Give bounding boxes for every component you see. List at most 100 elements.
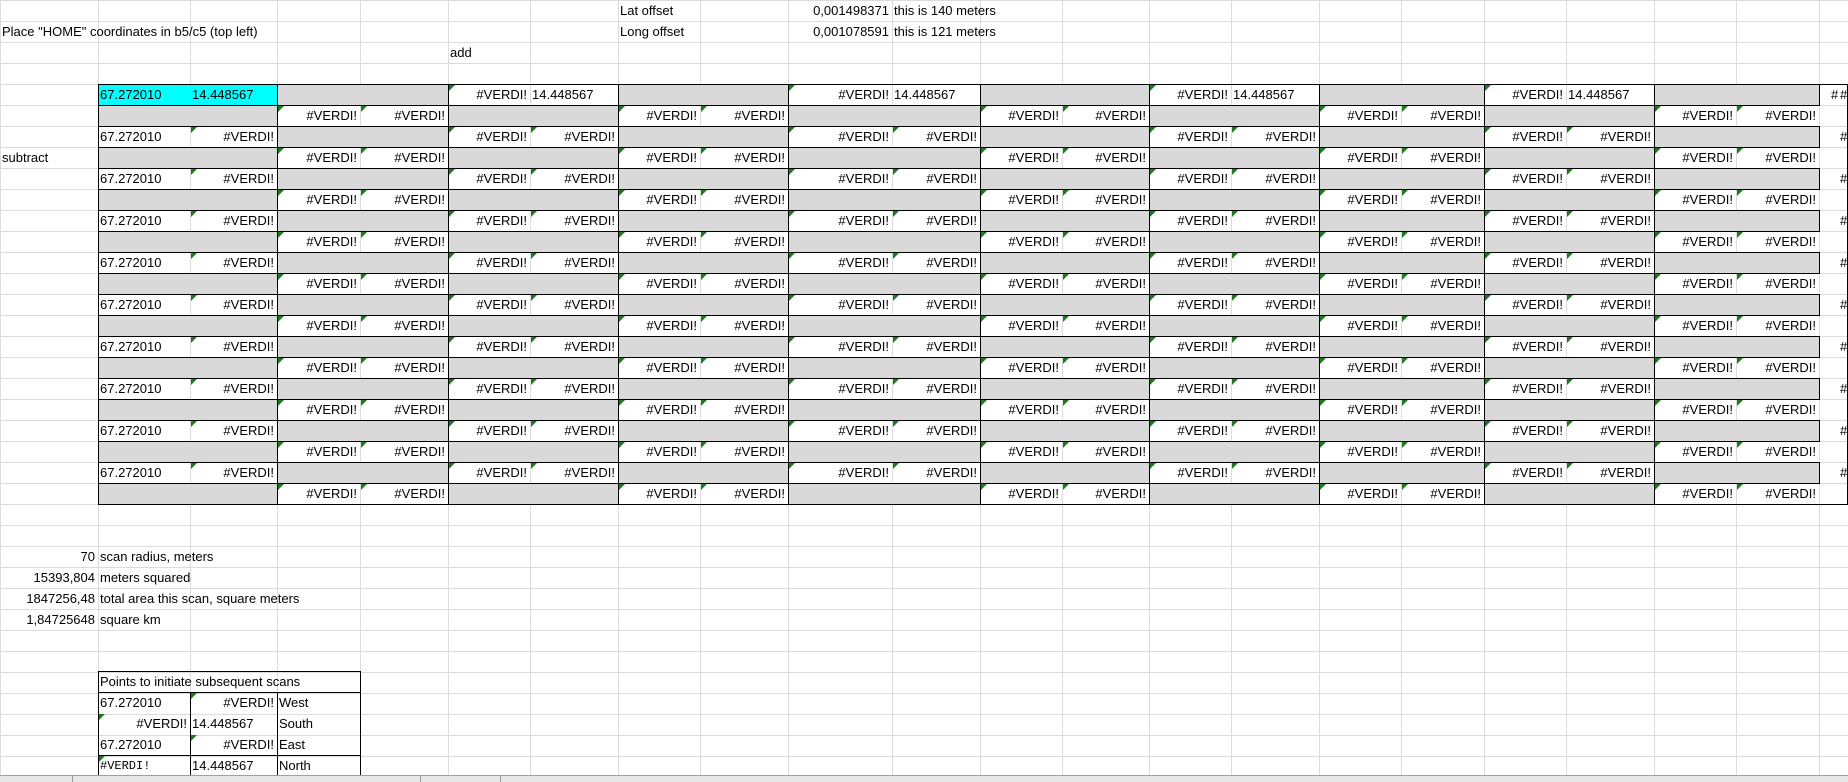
total-area-value[interactable]: 1847256,48 bbox=[0, 588, 98, 609]
home-lat-cell[interactable]: 67.272010 bbox=[98, 84, 190, 105]
error-cell[interactable]: #VERDI! bbox=[1566, 462, 1654, 483]
error-cell[interactable]: #VERDI! bbox=[530, 378, 618, 399]
error-cell[interactable]: #VERDI! bbox=[1736, 399, 1819, 420]
long-cell[interactable]: 14.448567 bbox=[892, 84, 980, 105]
error-cell[interactable]: #VERDI! bbox=[277, 273, 360, 294]
error-cell[interactable]: #VERDI! bbox=[892, 420, 980, 441]
error-cell[interactable]: #VERDI! bbox=[700, 315, 788, 336]
error-cell[interactable]: #VERDI! bbox=[1149, 378, 1231, 399]
error-cell[interactable]: #VERDI! bbox=[618, 273, 700, 294]
error-cell[interactable]: #VERDI! bbox=[530, 210, 618, 231]
error-cell[interactable]: #VERDI! bbox=[1149, 168, 1231, 189]
error-cell[interactable]: #VERDI! bbox=[1401, 147, 1484, 168]
spreadsheet-grid[interactable]: 67.272010 14.448567 #VERDI! #VERDI! 67.27201… bbox=[0, 0, 1848, 781]
error-cell[interactable]: #VERDI! bbox=[1484, 252, 1566, 273]
error-cell[interactable]: #VERDI! bbox=[190, 168, 277, 189]
error-cell[interactable]: #VERDI! bbox=[530, 252, 618, 273]
error-cell[interactable]: #VERDI! bbox=[190, 126, 277, 147]
error-cell[interactable]: #VERDI! bbox=[892, 378, 980, 399]
error-cell[interactable]: #VERDI! bbox=[360, 189, 448, 210]
lat-cell[interactable]: 67.272010 bbox=[98, 462, 190, 483]
lat-cell[interactable]: 67.272010 bbox=[98, 420, 190, 441]
error-cell[interactable]: #VERDI! bbox=[1736, 441, 1819, 462]
error-cell[interactable]: #VERDI! bbox=[1654, 483, 1736, 504]
lat-cell[interactable]: 67.272010 bbox=[98, 126, 190, 147]
error-cell[interactable]: #VERDI! bbox=[1062, 189, 1149, 210]
lat-offset-label[interactable]: Lat offset bbox=[618, 0, 675, 21]
error-cell[interactable]: #VERDI! bbox=[700, 483, 788, 504]
error-cell[interactable]: #VERDI! bbox=[788, 168, 892, 189]
error-cell[interactable]: #VERDI! bbox=[1654, 189, 1736, 210]
error-cell[interactable]: #VERDI! bbox=[448, 462, 530, 483]
error-cell[interactable]: #VERDI! bbox=[788, 294, 892, 315]
error-cell[interactable]: #VERDI! bbox=[1319, 441, 1401, 462]
error-cell[interactable]: #VERDI! bbox=[1654, 399, 1736, 420]
error-cell[interactable]: #VERDI! bbox=[1319, 189, 1401, 210]
error-cell[interactable]: #VERDI! bbox=[1149, 210, 1231, 231]
square-km-label[interactable]: square km bbox=[98, 609, 163, 630]
error-cell[interactable]: #VERDI! bbox=[190, 294, 277, 315]
error-cell[interactable]: #VERDI! bbox=[277, 105, 360, 126]
error-cell[interactable]: #VERDI! bbox=[1401, 273, 1484, 294]
error-cell[interactable]: #VERDI! bbox=[788, 210, 892, 231]
lat-cell[interactable]: 67.272010 bbox=[98, 210, 190, 231]
error-cell[interactable]: #VERDI! bbox=[1566, 168, 1654, 189]
lat-cell[interactable]: 67.272010 bbox=[98, 294, 190, 315]
error-cell[interactable]: #VERDI! bbox=[1654, 441, 1736, 462]
lat-cell[interactable]: 67.272010 bbox=[98, 252, 190, 273]
error-cell[interactable]: #VERDI! bbox=[1401, 105, 1484, 126]
lat-cell[interactable]: 67.272010 bbox=[98, 378, 190, 399]
error-cell[interactable]: #VERDI! bbox=[618, 231, 700, 252]
error-cell[interactable]: #VERDI! bbox=[1566, 378, 1654, 399]
error-cell[interactable]: #VERDI! bbox=[980, 441, 1062, 462]
error-cell[interactable]: #VERDI! bbox=[360, 483, 448, 504]
error-cell[interactable]: #VERDI! bbox=[190, 336, 277, 357]
error-cell[interactable]: #VERDI! bbox=[1062, 357, 1149, 378]
error-cell[interactable]: #VERDI! bbox=[277, 357, 360, 378]
error-cell[interactable]: #VERDI! bbox=[1319, 105, 1401, 126]
error-cell[interactable]: #VERDI! bbox=[1401, 189, 1484, 210]
error-cell[interactable]: #VERDI! bbox=[277, 399, 360, 420]
error-cell[interactable]: #VERDI! bbox=[1484, 462, 1566, 483]
error-cell[interactable]: #VERDI! bbox=[788, 126, 892, 147]
error-cell[interactable]: #VERDI! bbox=[190, 252, 277, 273]
error-cell[interactable]: #VERDI! bbox=[360, 105, 448, 126]
points-cell-b[interactable]: 14.448567 bbox=[190, 713, 277, 734]
error-cell[interactable]: #VERDI! bbox=[1654, 147, 1736, 168]
error-cell[interactable]: #VERDI! bbox=[448, 252, 530, 273]
subtract-label-cell[interactable]: subtract bbox=[0, 147, 50, 168]
error-cell[interactable]: #VERDI! bbox=[1231, 462, 1319, 483]
error-cell[interactable]: #VERDI! bbox=[788, 336, 892, 357]
home-long-cell[interactable]: 14.448567 bbox=[190, 84, 277, 105]
error-cell[interactable]: #VERDI! bbox=[277, 483, 360, 504]
error-cell[interactable]: #VERDI! bbox=[618, 441, 700, 462]
error-cell[interactable]: #VERDI! bbox=[618, 483, 700, 504]
error-cell[interactable]: #VERDI! bbox=[1736, 105, 1819, 126]
error-cell[interactable]: #VERDI! bbox=[980, 231, 1062, 252]
error-cell[interactable]: #VERDI! bbox=[1231, 294, 1319, 315]
points-cell-a[interactable]: #VERDI! bbox=[98, 755, 190, 776]
error-cell[interactable]: #VERDI! bbox=[1062, 273, 1149, 294]
error-cell[interactable]: #VERDI! bbox=[1484, 168, 1566, 189]
error-cell[interactable]: #VERDI! bbox=[618, 357, 700, 378]
error-cell[interactable]: #VERDI! bbox=[618, 315, 700, 336]
error-cell[interactable]: #VERDI! bbox=[980, 189, 1062, 210]
error-cell[interactable]: #VERDI! bbox=[530, 420, 618, 441]
error-cell[interactable]: #VERDI! bbox=[1231, 378, 1319, 399]
error-cell[interactable]: #VERDI! bbox=[892, 168, 980, 189]
error-cell[interactable]: #VERDI! bbox=[530, 126, 618, 147]
error-cell[interactable]: #VERDI! bbox=[1062, 483, 1149, 504]
error-cell[interactable]: #VERDI! bbox=[1566, 336, 1654, 357]
error-cell[interactable]: #VERDI! bbox=[1149, 294, 1231, 315]
error-cell[interactable]: #VERDI! bbox=[1736, 273, 1819, 294]
sheet-tab[interactable] bbox=[72, 776, 73, 782]
error-cell[interactable]: #VERDI! bbox=[190, 378, 277, 399]
error-cell[interactable]: #VERDI! bbox=[1319, 147, 1401, 168]
error-cell[interactable]: #VERDI! bbox=[700, 441, 788, 462]
long-cell[interactable]: 14.448567 bbox=[1566, 84, 1654, 105]
error-cell[interactable]: #VERDI! bbox=[980, 105, 1062, 126]
error-cell[interactable]: #VERDI! bbox=[277, 147, 360, 168]
error-cell[interactable]: #VERDI! bbox=[448, 84, 530, 105]
error-cell[interactable]: #VERDI! bbox=[1654, 315, 1736, 336]
lat-cell[interactable]: 67.272010 bbox=[98, 336, 190, 357]
